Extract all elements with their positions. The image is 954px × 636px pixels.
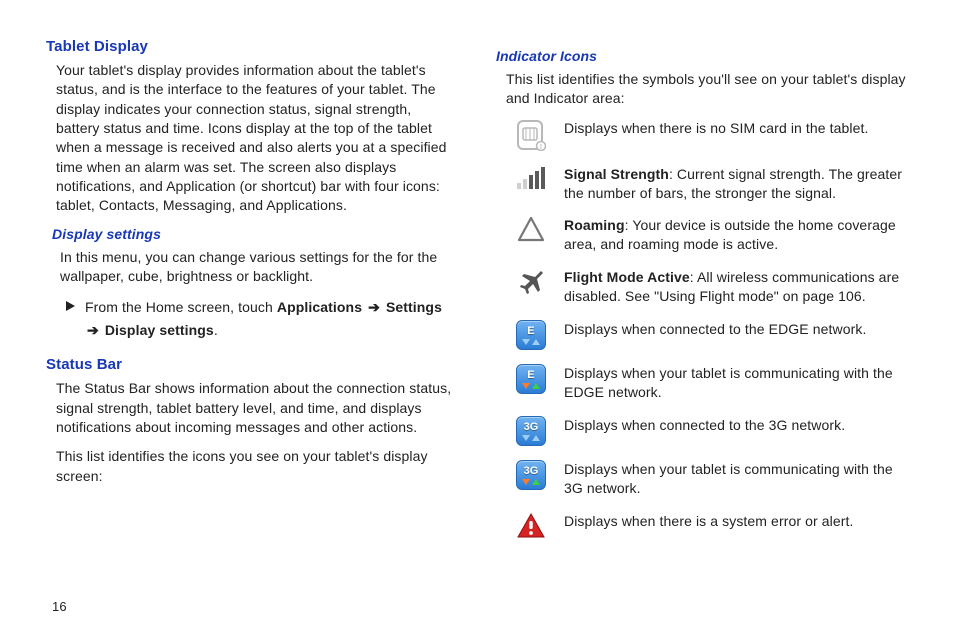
- e-idle-icon: E: [516, 320, 546, 350]
- arrow-icon: ➔: [368, 299, 380, 315]
- paragraph-status-bar-1: The Status Bar shows information about t…: [46, 379, 458, 437]
- indicator-description: Roaming: Your device is outside the home…: [564, 216, 908, 254]
- alert-icon: [516, 512, 546, 540]
- indicator-description: Flight Mode Active: All wireless communi…: [564, 268, 908, 306]
- indicator-icon-cell: [510, 216, 552, 246]
- indicator-icon-cell: E: [510, 320, 552, 350]
- no-sim-icon: !: [516, 119, 546, 151]
- indicator-icon-cell: [510, 512, 552, 542]
- 3g-active-icon: 3G: [516, 460, 546, 490]
- indicator-description: Displays when connected to the EDGE netw…: [564, 320, 908, 339]
- flight-mode-icon: [517, 268, 545, 294]
- indicator-description: Displays when your tablet is communicati…: [564, 364, 908, 402]
- indicator-description: Displays when there is no SIM card in th…: [564, 119, 908, 138]
- step-open-display-settings: From the Home screen, touch Applications…: [46, 296, 458, 342]
- 3g-idle-icon: 3G: [516, 416, 546, 446]
- e-active-icon: E: [516, 364, 546, 394]
- indicator-description: Signal Strength: Current signal strength…: [564, 165, 908, 203]
- indicator-icon-cell: 3G: [510, 416, 552, 446]
- indicator-icon-cell: [510, 268, 552, 298]
- heading-tablet-display: Tablet Display: [46, 38, 458, 55]
- paragraph-tablet-display: Your tablet's display provides informati…: [46, 61, 458, 216]
- indicator-icon-cell: E: [510, 364, 552, 394]
- signal-strength-icon: [516, 165, 546, 191]
- page-number: 16: [52, 599, 67, 614]
- indicator-icon-cell: [510, 165, 552, 195]
- step-text: From the Home screen, touch Applications…: [85, 296, 458, 342]
- arrow-icon: ➔: [87, 322, 99, 338]
- heading-status-bar: Status Bar: [46, 356, 458, 373]
- paragraph-indicator-intro: This list identifies the symbols you'll …: [496, 70, 908, 109]
- indicator-description: Displays when there is a system error or…: [564, 512, 908, 531]
- paragraph-display-settings: In this menu, you can change various set…: [46, 248, 458, 287]
- indicator-icon-cell: !: [510, 119, 552, 151]
- svg-text:!: !: [540, 144, 542, 151]
- indicator-description: Displays when your tablet is communicati…: [564, 460, 908, 498]
- indicator-description: Displays when connected to the 3G networ…: [564, 416, 908, 435]
- heading-indicator-icons: Indicator Icons: [496, 48, 908, 64]
- roaming-icon: [517, 216, 545, 242]
- triangle-bullet-icon: [66, 301, 75, 311]
- indicator-icon-cell: 3G: [510, 460, 552, 490]
- paragraph-status-bar-2: This list identifies the icons you see o…: [46, 447, 458, 486]
- heading-display-settings: Display settings: [52, 226, 458, 242]
